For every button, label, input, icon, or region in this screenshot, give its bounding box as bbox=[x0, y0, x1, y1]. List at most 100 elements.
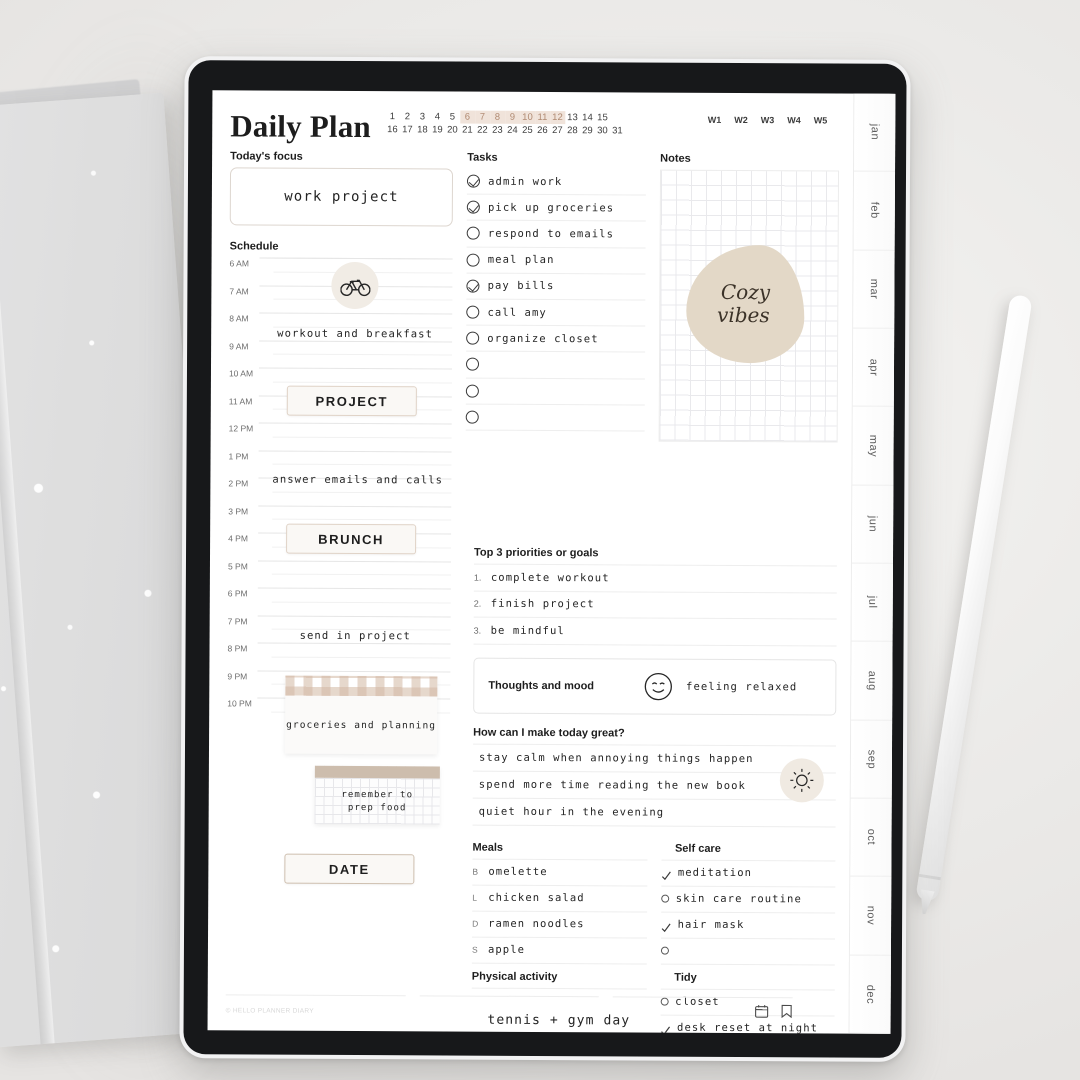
task-checkbox[interactable] bbox=[465, 410, 479, 424]
task-row[interactable]: respond to emails bbox=[466, 220, 646, 249]
meal-row[interactable]: Lchicken salad bbox=[472, 885, 647, 913]
schedule-row-8pm[interactable]: 8 PM bbox=[227, 642, 451, 671]
check-mark-icon[interactable] bbox=[660, 1023, 670, 1034]
calendar-icon[interactable] bbox=[755, 1004, 769, 1023]
date-row-second-half[interactable]: 16 17 18 19 20 21 22 23 24 25 26 27 28 2… bbox=[385, 123, 625, 137]
date-cell[interactable]: 28 bbox=[565, 124, 580, 137]
task-row[interactable]: organize closet bbox=[466, 325, 646, 353]
date-cell-selected[interactable]: 8 bbox=[489, 110, 506, 124]
task-checkbox[interactable] bbox=[466, 305, 480, 319]
date-cell[interactable]: 18 bbox=[415, 123, 430, 136]
week-tab-w2[interactable]: W2 bbox=[734, 115, 748, 125]
task-row[interactable]: pick up groceries bbox=[466, 194, 646, 222]
date-cell[interactable]: 2 bbox=[400, 110, 415, 123]
priorities-list[interactable]: 1. complete workout 2. finish project 3.… bbox=[473, 563, 837, 647]
self-care-row[interactable]: meditation bbox=[660, 860, 836, 888]
check-mark-icon[interactable] bbox=[661, 920, 671, 933]
tasks-list[interactable]: admin work pick up groceries respond to … bbox=[465, 168, 647, 432]
schedule-slot[interactable] bbox=[257, 642, 451, 671]
check-mark-icon[interactable] bbox=[661, 868, 671, 881]
footer-icons[interactable] bbox=[755, 1004, 793, 1023]
notes-area[interactable]: Cozy vibes bbox=[658, 169, 840, 443]
month-tab-oct[interactable]: oct bbox=[850, 798, 892, 878]
month-tab-jan[interactable]: jan bbox=[854, 93, 896, 173]
meals-list[interactable]: Bomelette Lchicken salad Dramen noodles … bbox=[471, 858, 647, 965]
month-tab-nov[interactable]: nov bbox=[849, 876, 892, 956]
self-care-row[interactable] bbox=[660, 938, 836, 966]
week-tab-w1[interactable]: W1 bbox=[708, 115, 722, 125]
date-cell[interactable]: 23 bbox=[490, 124, 505, 137]
week-tab-w4[interactable]: W4 bbox=[787, 115, 801, 125]
task-row[interactable] bbox=[466, 351, 646, 380]
schedule-block-brunch[interactable]: BRUNCH bbox=[286, 523, 417, 555]
schedule-entry-note[interactable]: workout and breakfast bbox=[277, 328, 433, 341]
date-cell[interactable]: 24 bbox=[505, 124, 520, 137]
date-cell-selected[interactable]: 6 bbox=[459, 110, 476, 124]
month-tab-mar[interactable]: mar bbox=[853, 250, 895, 329]
month-tab-aug[interactable]: aug bbox=[851, 641, 893, 721]
priority-row[interactable]: 1. complete workout bbox=[473, 564, 837, 594]
date-cell[interactable]: 26 bbox=[535, 124, 550, 137]
task-row[interactable]: meal plan bbox=[466, 247, 646, 275]
task-row[interactable]: call amy bbox=[466, 299, 646, 327]
schedule-slot[interactable] bbox=[257, 587, 452, 616]
month-tab-jun[interactable]: jun bbox=[851, 485, 894, 564]
month-tab-rail[interactable]: jan feb mar apr may jun jul aug sep oct … bbox=[848, 93, 896, 1034]
schedule-row-9am[interactable]: 9 AM bbox=[229, 340, 453, 369]
date-cell[interactable]: 19 bbox=[430, 123, 445, 136]
task-row[interactable] bbox=[465, 404, 645, 432]
week-tab-w5[interactable]: W5 bbox=[814, 115, 828, 125]
meal-row[interactable]: Sapple bbox=[471, 937, 647, 965]
task-row[interactable]: admin work bbox=[467, 168, 647, 196]
week-tab-w3[interactable]: W3 bbox=[761, 115, 775, 125]
schedule-entry-note[interactable]: send in project bbox=[300, 630, 411, 643]
date-cell-selected[interactable]: 11 bbox=[534, 110, 551, 125]
self-care-list[interactable]: meditation skin care routine hair mask bbox=[660, 859, 836, 966]
date-selector[interactable]: 1 2 3 4 5 6 7 8 9 10 11 12 13 14 15 16 1… bbox=[385, 107, 625, 137]
self-care-row[interactable]: skin care routine bbox=[660, 886, 836, 914]
date-cell[interactable]: 14 bbox=[580, 111, 595, 124]
date-cell[interactable]: 21 bbox=[460, 124, 475, 137]
date-cell[interactable]: 30 bbox=[595, 124, 610, 137]
date-cell[interactable]: 15 bbox=[595, 111, 610, 124]
task-checkbox-checked[interactable] bbox=[467, 174, 481, 188]
bookmark-icon[interactable] bbox=[781, 1004, 793, 1023]
task-checkbox-checked[interactable] bbox=[466, 200, 481, 214]
week-selector[interactable]: W1 W2 W3 W4 W5 bbox=[708, 109, 840, 126]
schedule-row-5pm[interactable]: 5 PM bbox=[228, 559, 452, 589]
date-cell[interactable]: 25 bbox=[520, 124, 535, 137]
month-tab-apr[interactable]: apr bbox=[852, 328, 895, 408]
schedule-block-date[interactable]: DATE bbox=[284, 853, 415, 885]
smiley-happy-icon[interactable] bbox=[642, 670, 674, 702]
date-cell[interactable]: 20 bbox=[445, 123, 460, 136]
empty-circle-icon[interactable] bbox=[660, 946, 669, 955]
date-cell[interactable]: 13 bbox=[565, 111, 580, 124]
task-checkbox[interactable] bbox=[466, 357, 480, 372]
great-row[interactable]: stay calm when annoying things happen bbox=[472, 744, 837, 774]
thoughts-and-mood-box[interactable]: Thoughts and mood feeling relaxed bbox=[473, 657, 837, 716]
schedule-row-12pm[interactable]: 12 PM bbox=[229, 422, 452, 451]
task-checkbox[interactable] bbox=[466, 384, 480, 398]
great-row[interactable]: quiet hour in the evening bbox=[472, 798, 836, 828]
date-cell[interactable]: 16 bbox=[385, 123, 400, 136]
priority-row[interactable]: 3. be mindful bbox=[473, 617, 837, 647]
schedule-block-project[interactable]: PROJECT bbox=[286, 385, 417, 417]
schedule-grid[interactable]: 6 AM 7 AM 8 AM 9 AM 10 AM 11 AM 12 PM 1 … bbox=[227, 257, 453, 885]
todays-focus-input[interactable]: work project bbox=[229, 167, 454, 227]
date-cell[interactable]: 31 bbox=[610, 124, 625, 137]
task-checkbox[interactable] bbox=[466, 253, 480, 267]
date-cell[interactable]: 3 bbox=[415, 110, 430, 123]
date-cell-selected[interactable]: 9 bbox=[504, 110, 521, 124]
self-care-row[interactable]: hair mask bbox=[660, 912, 836, 940]
empty-circle-icon[interactable] bbox=[660, 894, 669, 903]
meal-row[interactable]: Bomelette bbox=[472, 859, 647, 887]
date-cell-selected[interactable]: 10 bbox=[519, 110, 536, 124]
tablet-screen[interactable]: jan feb mar apr may jun jul aug sep oct … bbox=[207, 90, 896, 1034]
date-cell[interactable]: 17 bbox=[400, 123, 415, 136]
date-row-first-half[interactable]: 1 2 3 4 5 6 7 8 9 10 11 12 13 14 15 bbox=[385, 110, 625, 125]
date-cell[interactable]: 5 bbox=[445, 110, 460, 123]
date-cell[interactable]: 29 bbox=[580, 124, 595, 137]
date-cell[interactable]: 1 bbox=[385, 110, 400, 123]
month-tab-jul[interactable]: jul bbox=[851, 563, 893, 643]
task-checkbox-checked[interactable] bbox=[466, 279, 480, 293]
